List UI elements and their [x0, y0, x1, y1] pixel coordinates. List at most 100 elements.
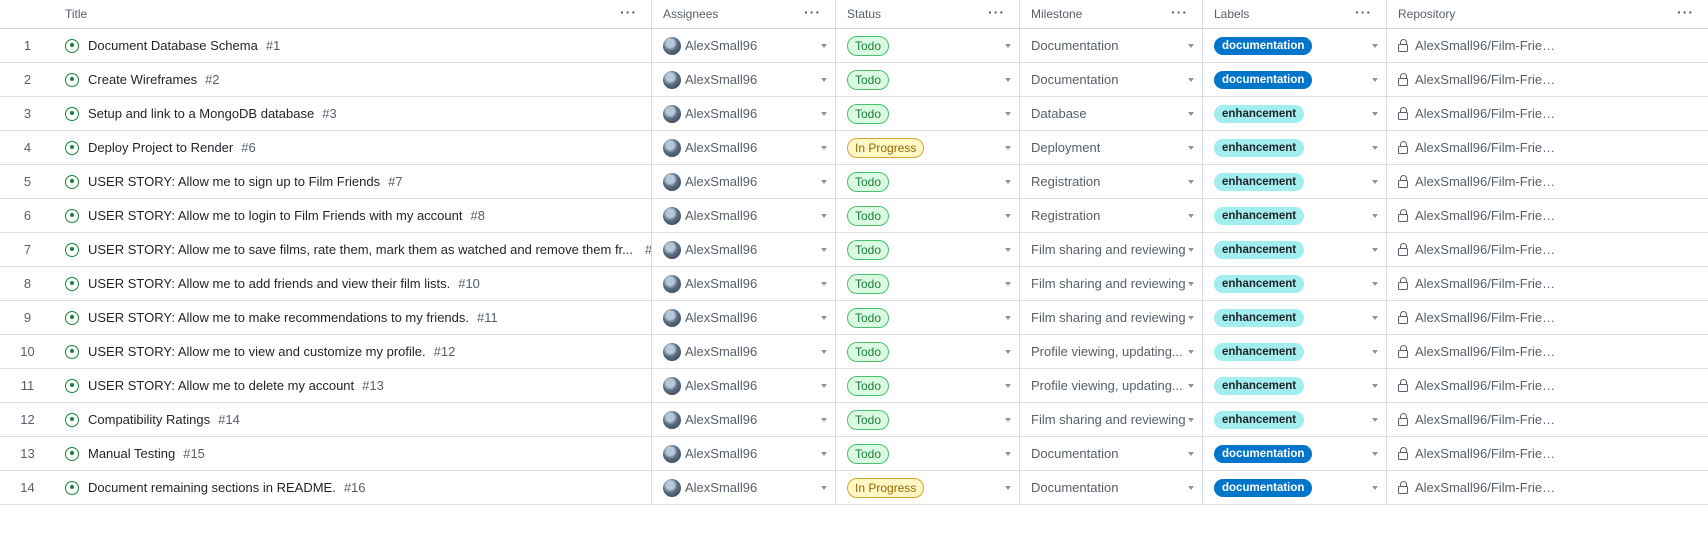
chevron-down-icon[interactable] [1372, 146, 1378, 150]
chevron-down-icon[interactable] [1372, 78, 1378, 82]
assignees-cell[interactable]: AlexSmall96 [652, 97, 836, 130]
chevron-down-icon[interactable] [1005, 44, 1011, 48]
chevron-down-icon[interactable] [1372, 44, 1378, 48]
status-cell[interactable]: Todo [836, 199, 1020, 232]
repository-cell[interactable]: AlexSmall96/Film-Frien... [1387, 267, 1708, 300]
chevron-down-icon[interactable] [821, 78, 827, 82]
labels-cell[interactable]: enhancement [1203, 335, 1387, 368]
repository-cell[interactable]: AlexSmall96/Film-Frien... [1387, 131, 1708, 164]
chevron-down-icon[interactable] [1005, 282, 1011, 286]
assignees-cell[interactable]: AlexSmall96 [652, 403, 836, 436]
table-row[interactable]: 11 USER STORY: Allow me to delete my acco… [0, 369, 1708, 403]
chevron-down-icon[interactable] [1372, 180, 1378, 184]
labels-cell[interactable]: enhancement [1203, 233, 1387, 266]
assignees-cell[interactable]: AlexSmall96 [652, 199, 836, 232]
status-cell[interactable]: Todo [836, 165, 1020, 198]
status-cell[interactable]: In Progress [836, 131, 1020, 164]
chevron-down-icon[interactable] [821, 384, 827, 388]
chevron-down-icon[interactable] [1188, 486, 1194, 490]
issue-title[interactable]: USER STORY: Allow me to sign up to Film … [88, 174, 380, 189]
status-cell[interactable]: Todo [836, 97, 1020, 130]
title-cell[interactable]: USER STORY: Allow me to view and customi… [55, 335, 652, 368]
repository-cell[interactable]: AlexSmall96/Film-Frien... [1387, 369, 1708, 402]
milestone-cell[interactable]: Documentation [1020, 437, 1203, 470]
repository-cell[interactable]: AlexSmall96/Film-Frien... [1387, 63, 1708, 96]
chevron-down-icon[interactable] [821, 44, 827, 48]
assignees-cell[interactable]: AlexSmall96 [652, 437, 836, 470]
status-cell[interactable]: Todo [836, 369, 1020, 402]
status-cell[interactable]: Todo [836, 301, 1020, 334]
repository-cell[interactable]: AlexSmall96/Film-Frien... [1387, 29, 1708, 62]
chevron-down-icon[interactable] [1188, 248, 1194, 252]
column-menu-icon[interactable]: ··· [988, 4, 1005, 20]
title-cell[interactable]: Document remaining sections in README. #1… [55, 471, 652, 504]
chevron-down-icon[interactable] [821, 316, 827, 320]
repository-cell[interactable]: AlexSmall96/Film-Frien... [1387, 233, 1708, 266]
labels-cell[interactable]: documentation [1203, 471, 1387, 504]
table-row[interactable]: 12 Compatibility Ratings #14 AlexSmall96 Tod… [0, 403, 1708, 437]
title-cell[interactable]: Manual Testing #15 [55, 437, 652, 470]
assignees-cell[interactable]: AlexSmall96 [652, 369, 836, 402]
issue-title[interactable]: USER STORY: Allow me to view and customi… [88, 344, 426, 359]
issue-title[interactable]: USER STORY: Allow me to delete my accoun… [88, 378, 354, 393]
table-row[interactable]: 7 USER STORY: Allow me to save films, rat… [0, 233, 1708, 267]
chevron-down-icon[interactable] [1372, 282, 1378, 286]
status-cell[interactable]: Todo [836, 335, 1020, 368]
issue-title[interactable]: Manual Testing [88, 446, 175, 461]
chevron-down-icon[interactable] [821, 418, 827, 422]
milestone-cell[interactable]: Registration [1020, 199, 1203, 232]
milestone-cell[interactable]: Profile viewing, updating... [1020, 335, 1203, 368]
chevron-down-icon[interactable] [1372, 248, 1378, 252]
status-cell[interactable]: Todo [836, 267, 1020, 300]
labels-cell[interactable]: documentation [1203, 63, 1387, 96]
title-cell[interactable]: USER STORY: Allow me to make recommendat… [55, 301, 652, 334]
table-row[interactable]: 14 Document remaining sections in README.… [0, 471, 1708, 505]
labels-cell[interactable]: documentation [1203, 29, 1387, 62]
status-cell[interactable]: Todo [836, 403, 1020, 436]
column-menu-icon[interactable]: ··· [804, 4, 821, 20]
milestone-cell[interactable]: Film sharing and reviewing [1020, 267, 1203, 300]
chevron-down-icon[interactable] [821, 452, 827, 456]
column-menu-icon[interactable]: ··· [620, 4, 637, 20]
labels-cell[interactable]: enhancement [1203, 403, 1387, 436]
chevron-down-icon[interactable] [1372, 316, 1378, 320]
title-cell[interactable]: USER STORY: Allow me to login to Film Fr… [55, 199, 652, 232]
assignees-cell[interactable]: AlexSmall96 [652, 165, 836, 198]
table-row[interactable]: 4 Deploy Project to Render #6 AlexSmall96 In… [0, 131, 1708, 165]
chevron-down-icon[interactable] [1372, 214, 1378, 218]
assignees-cell[interactable]: AlexSmall96 [652, 301, 836, 334]
chevron-down-icon[interactable] [1188, 384, 1194, 388]
chevron-down-icon[interactable] [1005, 316, 1011, 320]
milestone-cell[interactable]: Documentation [1020, 29, 1203, 62]
repository-cell[interactable]: AlexSmall96/Film-Frien... [1387, 97, 1708, 130]
table-row[interactable]: 6 USER STORY: Allow me to login to Film F… [0, 199, 1708, 233]
chevron-down-icon[interactable] [1372, 418, 1378, 422]
assignees-cell[interactable]: AlexSmall96 [652, 63, 836, 96]
chevron-down-icon[interactable] [821, 214, 827, 218]
issue-title[interactable]: Deploy Project to Render [88, 140, 233, 155]
chevron-down-icon[interactable] [1188, 316, 1194, 320]
milestone-cell[interactable]: Registration [1020, 165, 1203, 198]
issue-title[interactable]: Document Database Schema [88, 38, 258, 53]
column-header-labels[interactable]: Labels ··· [1203, 0, 1387, 28]
chevron-down-icon[interactable] [1005, 486, 1011, 490]
repository-cell[interactable]: AlexSmall96/Film-Frien... [1387, 301, 1708, 334]
chevron-down-icon[interactable] [1188, 282, 1194, 286]
milestone-cell[interactable]: Profile viewing, updating... [1020, 369, 1203, 402]
assignees-cell[interactable]: AlexSmall96 [652, 131, 836, 164]
assignees-cell[interactable]: AlexSmall96 [652, 471, 836, 504]
chevron-down-icon[interactable] [1188, 214, 1194, 218]
chevron-down-icon[interactable] [1372, 384, 1378, 388]
table-row[interactable]: 10 USER STORY: Allow me to view and custo… [0, 335, 1708, 369]
assignees-cell[interactable]: AlexSmall96 [652, 29, 836, 62]
chevron-down-icon[interactable] [1188, 146, 1194, 150]
column-header-repository[interactable]: Repository ··· [1387, 0, 1708, 28]
title-cell[interactable]: Setup and link to a MongoDB database #3 [55, 97, 652, 130]
milestone-cell[interactable]: Film sharing and reviewing [1020, 403, 1203, 436]
issue-title[interactable]: Create Wireframes [88, 72, 197, 87]
labels-cell[interactable]: enhancement [1203, 369, 1387, 402]
title-cell[interactable]: Document Database Schema #1 [55, 29, 652, 62]
milestone-cell[interactable]: Database [1020, 97, 1203, 130]
chevron-down-icon[interactable] [1005, 418, 1011, 422]
chevron-down-icon[interactable] [821, 112, 827, 116]
